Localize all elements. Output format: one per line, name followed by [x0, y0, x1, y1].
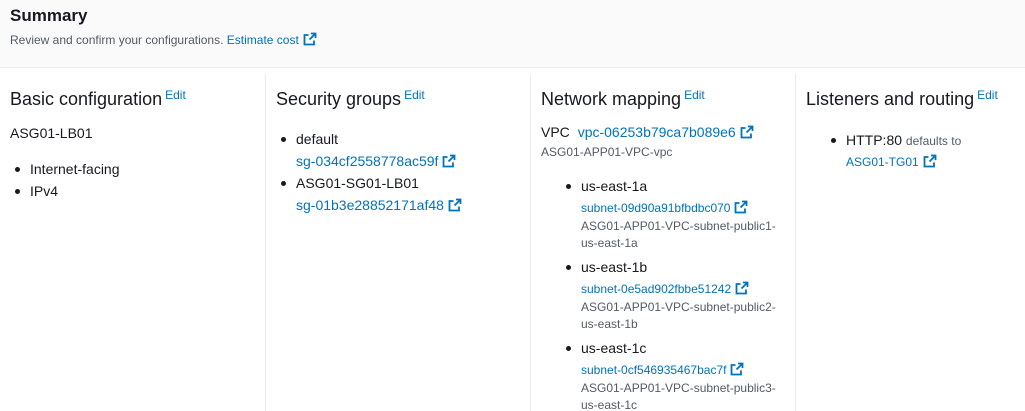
subnet-id: subnet-09d90a91bfbdbc070 — [581, 201, 731, 215]
basic-configuration-section: Basic configuration Edit ASG01-LB01 Inter… — [0, 74, 264, 411]
defaults-to-label: defaults to — [905, 134, 962, 148]
target-group-link[interactable]: ASG01-TG01 — [846, 154, 937, 169]
subnet-id: subnet-0e5ad902fbbe51242 — [581, 282, 732, 296]
external-link-icon — [734, 200, 748, 214]
basic-configuration-title-text: Basic configuration — [10, 89, 163, 109]
external-link-icon — [730, 362, 744, 376]
availability-zones-list: us-east-1a subnet-09d90a91bfbdbc070 ASG0… — [561, 176, 791, 411]
network-mapping-title: Network mapping Edit — [541, 88, 705, 110]
load-balancer-name: ASG01-LB01 — [10, 125, 93, 141]
subnet-name-line1: ASG01-APP01-VPC-subnet-public3- — [581, 381, 776, 395]
availability-zone: us-east-1a — [581, 178, 648, 194]
external-link-icon — [442, 154, 456, 168]
availability-zone: us-east-1b — [581, 259, 648, 275]
estimate-cost-link[interactable]: Estimate cost — [226, 32, 317, 47]
subnet-name-line1: ASG01-APP01-VPC-subnet-public2- — [581, 300, 776, 314]
list-item: IPv4 — [10, 181, 120, 201]
security-groups-section: Security groups Edit default sg-034cf2558… — [265, 74, 529, 411]
vpc-id: vpc-06253b79ca7b089e6 — [577, 124, 736, 140]
listeners-routing-title: Listeners and routing Edit — [806, 88, 998, 110]
basic-configuration-edit-link[interactable]: Edit — [165, 88, 186, 102]
list-item: Internet-facing — [10, 159, 120, 179]
vpc-link[interactable]: vpc-06253b79ca7b089e6 — [578, 124, 754, 140]
estimate-cost-label: Estimate cost — [226, 33, 299, 47]
listeners-routing-title-text: Listeners and routing — [806, 89, 975, 109]
external-link-icon — [735, 281, 749, 295]
security-group-id: sg-034cf2558778ac59f — [296, 153, 439, 169]
vpc-row: VPC vpc-06253b79ca7b089e6 — [541, 124, 754, 140]
vpc-label: VPC — [541, 124, 570, 140]
page-title: Summary — [10, 6, 88, 25]
basic-configuration-title: Basic configuration Edit — [10, 88, 186, 110]
list-item: us-east-1a subnet-09d90a91bfbdbc070 ASG0… — [561, 176, 791, 252]
security-group-link[interactable]: sg-034cf2558778ac59f — [296, 153, 456, 169]
security-group-name: ASG01-SG01-LB01 — [296, 175, 419, 191]
list-item: ASG01-SG01-LB01 sg-01b3e28852171af48 — [276, 173, 526, 217]
security-group-id: sg-01b3e28852171af48 — [296, 197, 444, 213]
subnet-link[interactable]: subnet-0e5ad902fbbe51242 — [581, 279, 791, 299]
list-item: default sg-034cf2558778ac59f — [276, 129, 526, 173]
list-item: us-east-1c subnet-0cf546935467bac7f ASG0… — [561, 338, 791, 411]
subnet-name-line2: us-east-1b — [581, 317, 638, 331]
subnet-name-line2: us-east-1a — [581, 236, 638, 250]
network-mapping-title-text: Network mapping — [541, 89, 682, 109]
summary-description-text: Review and confirm your configurations. — [10, 33, 224, 47]
external-link-icon — [303, 32, 317, 46]
security-group-name: default — [296, 131, 339, 147]
subnet-link[interactable]: subnet-09d90a91bfbdbc070 — [581, 198, 791, 218]
listeners-routing-section: Listeners and routing Edit HTTP:80 defaul… — [795, 74, 1025, 411]
external-link-icon — [448, 198, 462, 212]
security-groups-title-text: Security groups — [276, 89, 402, 109]
subnet-id: subnet-0cf546935467bac7f — [581, 363, 727, 377]
network-mapping-section: Network mapping Edit VPC vpc-06253b79ca7b… — [530, 74, 794, 411]
listeners-list: HTTP:80 defaults to ASG01-TG01 — [826, 130, 1016, 173]
summary-description: Review and confirm your configurations. … — [10, 32, 317, 47]
list-item: us-east-1b subnet-0e5ad902fbbe51242 ASG0… — [561, 257, 791, 333]
summary-header: Summary Review and confirm your configur… — [0, 0, 1025, 68]
security-groups-edit-link[interactable]: Edit — [404, 88, 425, 102]
security-groups-title: Security groups Edit — [276, 88, 425, 110]
network-mapping-edit-link[interactable]: Edit — [684, 88, 705, 102]
subnet-link[interactable]: subnet-0cf546935467bac7f — [581, 360, 791, 380]
availability-zone: us-east-1c — [581, 340, 647, 356]
vpc-name: ASG01-APP01-VPC-vpc — [541, 145, 673, 159]
list-item: HTTP:80 defaults to ASG01-TG01 — [826, 130, 1016, 173]
listener-protocol: HTTP:80 — [846, 132, 903, 148]
listeners-routing-edit-link[interactable]: Edit — [977, 88, 998, 102]
basic-configuration-list: Internet-facing IPv4 — [10, 159, 120, 201]
security-group-link[interactable]: sg-01b3e28852171af48 — [296, 197, 462, 213]
subnet-name-line1: ASG01-APP01-VPC-subnet-public1- — [581, 219, 776, 233]
subnet-name-line2: us-east-1c — [581, 398, 638, 411]
external-link-icon — [923, 154, 937, 168]
external-link-icon — [740, 125, 754, 139]
security-groups-list: default sg-034cf2558778ac59f ASG01-SG01-… — [276, 129, 526, 217]
target-group-name: ASG01-TG01 — [846, 155, 919, 169]
